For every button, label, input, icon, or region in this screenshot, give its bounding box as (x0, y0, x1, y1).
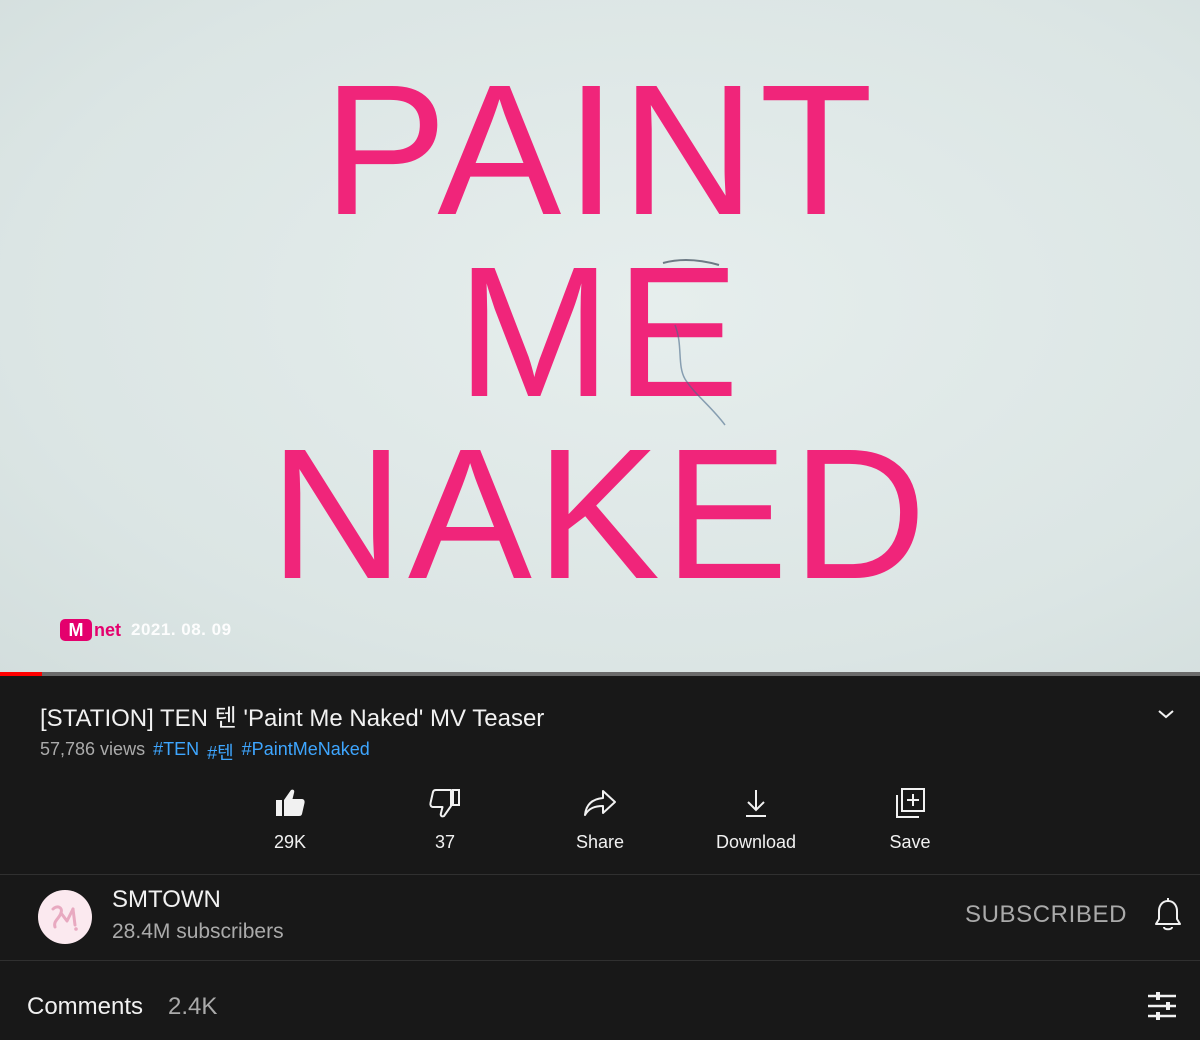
video-info: [STATION] TEN 텐 'Paint Me Naked' MV Teas… (0, 676, 1200, 874)
chevron-down-icon (1158, 710, 1174, 719)
dislike-count: 37 (434, 832, 456, 852)
frame-text-line: NAKED (269, 411, 931, 618)
action-bar: 29K 37 Share Download Save (212, 786, 988, 866)
thumbs-down-icon (429, 789, 460, 818)
hashtag-link[interactable]: #TEN (153, 739, 199, 765)
notification-bell-icon[interactable] (1152, 897, 1184, 933)
channel-name[interactable]: SMTOWN (112, 886, 221, 914)
dislike-button[interactable]: 37 (367, 786, 523, 866)
share-label: Share (575, 832, 625, 852)
frame-text-line: ME (456, 229, 744, 436)
subscribe-button[interactable]: SUBSCRIBED (965, 901, 1127, 929)
sort-filter-icon[interactable] (1146, 990, 1178, 1022)
download-label: Download (715, 832, 797, 852)
video-frame-text: PAINT ME NAKED (0, 47, 1200, 618)
channel-avatar[interactable] (38, 890, 92, 944)
comments-count: 2.4K (168, 993, 218, 1020)
download-icon (746, 790, 766, 817)
subscriber-count: 28.4M subscribers (112, 920, 284, 943)
view-count: 57,786 views (40, 739, 146, 759)
mnet-logo-m: M (60, 619, 92, 641)
like-button[interactable]: 29K (212, 786, 368, 866)
hashtag-link[interactable]: #PaintMeNaked (242, 739, 370, 765)
mnet-logo-text: net (94, 619, 121, 640)
expand-description-button[interactable] (1150, 698, 1182, 730)
save-button[interactable]: Save (832, 786, 988, 866)
share-icon (584, 790, 616, 816)
comments-label: Comments (27, 993, 144, 1020)
broadcast-watermark: M net 2021. 08. 09 (60, 618, 232, 642)
share-button[interactable]: Share (522, 786, 678, 866)
download-button[interactable]: Download (678, 786, 834, 866)
video-meta: 57,786 views #TEN #텐 #PaintMeNaked (40, 739, 370, 765)
save-label: Save (889, 832, 931, 852)
hashtag-link[interactable]: #텐 (207, 739, 234, 765)
thumbs-up-icon (276, 789, 305, 816)
smtown-logo-icon (51, 905, 78, 931)
comments-section[interactable]: Comments 2.4K (0, 961, 1200, 1040)
paper-crack-decoration (662, 258, 726, 426)
frame-text-line: PAINT (323, 47, 877, 254)
save-playlist-icon (896, 788, 925, 818)
mnet-logo: M net (60, 619, 121, 641)
video-player[interactable]: PAINT ME NAKED M net 2021. 08. 09 (0, 0, 1200, 676)
channel-row[interactable]: SMTOWN 28.4M subscribers SUBSCRIBED (0, 875, 1200, 960)
like-count: 29K (273, 832, 307, 852)
watermark-date: 2021. 08. 09 (131, 620, 232, 639)
video-title[interactable]: [STATION] TEN 텐 'Paint Me Naked' MV Teas… (40, 698, 544, 733)
